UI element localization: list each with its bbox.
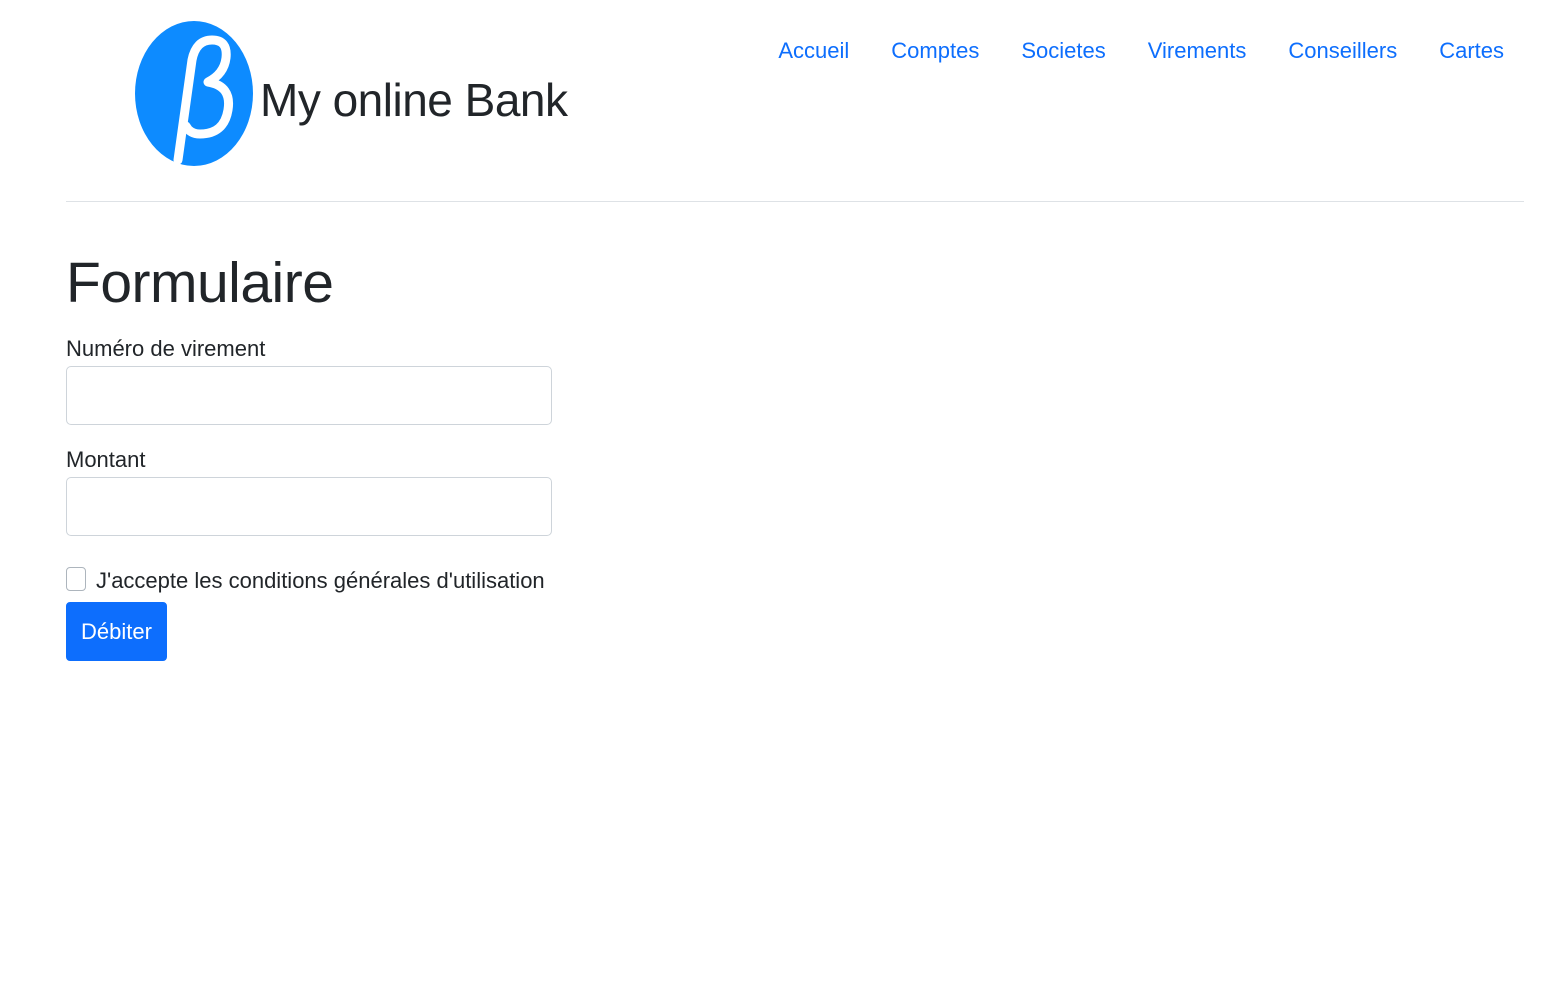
terms-row: J'accepte les conditions générales d'uti… <box>66 567 766 594</box>
amount-group: Montant <box>66 447 766 536</box>
terms-checkbox[interactable] <box>66 567 86 591</box>
beta-logo-icon <box>135 21 253 166</box>
nav-link-societes[interactable]: Societes <box>1000 34 1126 68</box>
nav-link-comptes[interactable]: Comptes <box>870 34 1000 68</box>
amount-input[interactable] <box>66 477 552 536</box>
page-title: Formulaire <box>66 251 334 315</box>
nav-link-virements[interactable]: Virements <box>1127 34 1268 68</box>
nav-link-accueil[interactable]: Accueil <box>757 34 870 68</box>
main-content: Formulaire Numéro de virement Montant J'… <box>66 240 766 661</box>
transfer-form: Numéro de virement Montant J'accepte les… <box>66 336 766 661</box>
brand-name: My online Bank <box>260 73 568 126</box>
main-nav: Accueil Comptes Societes Virements Conse… <box>757 34 1504 68</box>
nav-link-conseillers[interactable]: Conseillers <box>1267 34 1418 68</box>
transfer-number-group: Numéro de virement <box>66 336 766 425</box>
debit-button[interactable]: Débiter <box>66 602 167 661</box>
transfer-number-input[interactable] <box>66 366 552 425</box>
site-header: My online Bank Accueil Comptes Societes … <box>66 0 1524 202</box>
nav-link-cartes[interactable]: Cartes <box>1418 34 1504 68</box>
brand-link[interactable]: My online Bank <box>134 20 568 167</box>
transfer-number-label: Numéro de virement <box>66 336 266 361</box>
terms-label[interactable]: J'accepte les conditions générales d'uti… <box>96 568 545 594</box>
page: My online Bank Accueil Comptes Societes … <box>0 0 1552 987</box>
amount-label: Montant <box>66 447 146 472</box>
